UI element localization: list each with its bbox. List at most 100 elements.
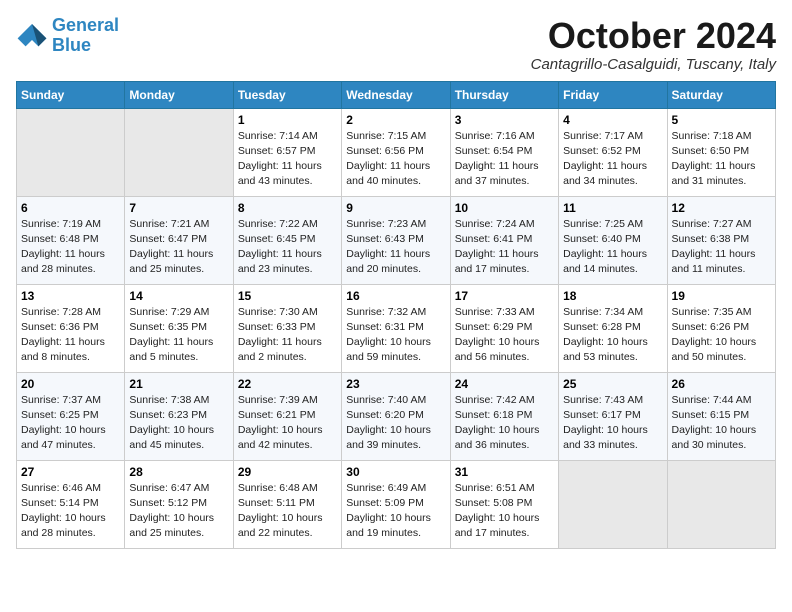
- day-cell-4-2: 29 Sunrise: 6:48 AM Sunset: 5:11 PM Dayli…: [233, 460, 341, 548]
- logo-icon: [16, 22, 48, 50]
- day-number: 15: [238, 289, 337, 303]
- day-number: 21: [129, 377, 228, 391]
- header-saturday: Saturday: [667, 81, 775, 108]
- day-number: 1: [238, 113, 337, 127]
- day-info: Sunrise: 7:16 AM Sunset: 6:54 PM Dayligh…: [455, 129, 554, 190]
- day-cell-2-2: 15 Sunrise: 7:30 AM Sunset: 6:33 PM Dayli…: [233, 284, 341, 372]
- day-cell-2-0: 13 Sunrise: 7:28 AM Sunset: 6:36 PM Dayli…: [17, 284, 125, 372]
- day-number: 17: [455, 289, 554, 303]
- day-number: 11: [563, 201, 662, 215]
- day-info: Sunrise: 6:49 AM Sunset: 5:09 PM Dayligh…: [346, 481, 445, 542]
- logo-text: General Blue: [52, 16, 119, 56]
- day-info: Sunrise: 7:23 AM Sunset: 6:43 PM Dayligh…: [346, 217, 445, 278]
- day-number: 30: [346, 465, 445, 479]
- title-block: October 2024 Cantagrillo-Casalguidi, Tus…: [531, 16, 776, 73]
- day-info: Sunrise: 7:44 AM Sunset: 6:15 PM Dayligh…: [672, 393, 771, 454]
- day-info: Sunrise: 7:15 AM Sunset: 6:56 PM Dayligh…: [346, 129, 445, 190]
- day-number: 2: [346, 113, 445, 127]
- day-number: 18: [563, 289, 662, 303]
- day-cell-0-3: 2 Sunrise: 7:15 AM Sunset: 6:56 PM Daylig…: [342, 108, 450, 196]
- header-wednesday: Wednesday: [342, 81, 450, 108]
- day-cell-2-4: 17 Sunrise: 7:33 AM Sunset: 6:29 PM Dayli…: [450, 284, 558, 372]
- day-number: 13: [21, 289, 120, 303]
- day-number: 3: [455, 113, 554, 127]
- header-thursday: Thursday: [450, 81, 558, 108]
- day-cell-3-1: 21 Sunrise: 7:38 AM Sunset: 6:23 PM Dayli…: [125, 372, 233, 460]
- day-cell-1-4: 10 Sunrise: 7:24 AM Sunset: 6:41 PM Dayli…: [450, 196, 558, 284]
- day-info: Sunrise: 7:22 AM Sunset: 6:45 PM Dayligh…: [238, 217, 337, 278]
- day-info: Sunrise: 7:27 AM Sunset: 6:38 PM Dayligh…: [672, 217, 771, 278]
- day-number: 4: [563, 113, 662, 127]
- day-cell-0-5: 4Sunrise: 7:17 AM Sunset: 6:52 PM Daylig…: [559, 108, 667, 196]
- day-cell-3-5: 25Sunrise: 7:43 AM Sunset: 6:17 PM Dayli…: [559, 372, 667, 460]
- logo: General Blue: [16, 16, 119, 56]
- day-number: 20: [21, 377, 120, 391]
- day-number: 24: [455, 377, 554, 391]
- day-info: Sunrise: 7:32 AM Sunset: 6:31 PM Dayligh…: [346, 305, 445, 366]
- day-cell-1-0: 6 Sunrise: 7:19 AM Sunset: 6:48 PM Daylig…: [17, 196, 125, 284]
- day-info: Sunrise: 6:47 AM Sunset: 5:12 PM Dayligh…: [129, 481, 228, 542]
- week-row-5: 27Sunrise: 6:46 AM Sunset: 5:14 PM Dayli…: [17, 460, 776, 548]
- week-row-4: 20Sunrise: 7:37 AM Sunset: 6:25 PM Dayli…: [17, 372, 776, 460]
- day-info: Sunrise: 6:48 AM Sunset: 5:11 PM Dayligh…: [238, 481, 337, 542]
- week-row-2: 6 Sunrise: 7:19 AM Sunset: 6:48 PM Daylig…: [17, 196, 776, 284]
- day-number: 27: [21, 465, 120, 479]
- day-info: Sunrise: 7:25 AM Sunset: 6:40 PM Dayligh…: [563, 217, 662, 278]
- day-cell-3-3: 23 Sunrise: 7:40 AM Sunset: 6:20 PM Dayli…: [342, 372, 450, 460]
- day-info: Sunrise: 7:30 AM Sunset: 6:33 PM Dayligh…: [238, 305, 337, 366]
- day-cell-1-2: 8 Sunrise: 7:22 AM Sunset: 6:45 PM Daylig…: [233, 196, 341, 284]
- day-info: Sunrise: 7:42 AM Sunset: 6:18 PM Dayligh…: [455, 393, 554, 454]
- header-friday: Friday: [559, 81, 667, 108]
- day-number: 7: [129, 201, 228, 215]
- day-cell-3-4: 24 Sunrise: 7:42 AM Sunset: 6:18 PM Dayli…: [450, 372, 558, 460]
- day-info: Sunrise: 7:40 AM Sunset: 6:20 PM Dayligh…: [346, 393, 445, 454]
- day-number: 28: [129, 465, 228, 479]
- day-cell-2-6: 19 Sunrise: 7:35 AM Sunset: 6:26 PM Dayli…: [667, 284, 775, 372]
- day-cell-2-3: 16 Sunrise: 7:32 AM Sunset: 6:31 PM Dayli…: [342, 284, 450, 372]
- day-cell-3-6: 26 Sunrise: 7:44 AM Sunset: 6:15 PM Dayli…: [667, 372, 775, 460]
- day-info: Sunrise: 7:14 AM Sunset: 6:57 PM Dayligh…: [238, 129, 337, 190]
- day-info: Sunrise: 7:21 AM Sunset: 6:47 PM Dayligh…: [129, 217, 228, 278]
- day-cell-1-5: 11 Sunrise: 7:25 AM Sunset: 6:40 PM Dayli…: [559, 196, 667, 284]
- day-cell-3-0: 20Sunrise: 7:37 AM Sunset: 6:25 PM Dayli…: [17, 372, 125, 460]
- day-cell-2-1: 14 Sunrise: 7:29 AM Sunset: 6:35 PM Dayli…: [125, 284, 233, 372]
- day-cell-1-3: 9Sunrise: 7:23 AM Sunset: 6:43 PM Daylig…: [342, 196, 450, 284]
- day-info: Sunrise: 7:38 AM Sunset: 6:23 PM Dayligh…: [129, 393, 228, 454]
- day-cell-4-5: [559, 460, 667, 548]
- day-number: 12: [672, 201, 771, 215]
- day-info: Sunrise: 7:35 AM Sunset: 6:26 PM Dayligh…: [672, 305, 771, 366]
- day-number: 14: [129, 289, 228, 303]
- day-cell-4-0: 27Sunrise: 6:46 AM Sunset: 5:14 PM Dayli…: [17, 460, 125, 548]
- day-info: Sunrise: 7:39 AM Sunset: 6:21 PM Dayligh…: [238, 393, 337, 454]
- day-info: Sunrise: 7:24 AM Sunset: 6:41 PM Dayligh…: [455, 217, 554, 278]
- day-cell-4-1: 28 Sunrise: 6:47 AM Sunset: 5:12 PM Dayli…: [125, 460, 233, 548]
- page-header: General Blue October 2024 Cantagrillo-Ca…: [16, 16, 776, 73]
- day-number: 10: [455, 201, 554, 215]
- day-info: Sunrise: 7:19 AM Sunset: 6:48 PM Dayligh…: [21, 217, 120, 278]
- day-info: Sunrise: 7:29 AM Sunset: 6:35 PM Dayligh…: [129, 305, 228, 366]
- day-cell-0-4: 3 Sunrise: 7:16 AM Sunset: 6:54 PM Daylig…: [450, 108, 558, 196]
- day-number: 16: [346, 289, 445, 303]
- day-number: 23: [346, 377, 445, 391]
- calendar-table: Sunday Monday Tuesday Wednesday Thursday…: [16, 81, 776, 549]
- day-number: 25: [563, 377, 662, 391]
- day-cell-0-1: [125, 108, 233, 196]
- day-cell-4-3: 30 Sunrise: 6:49 AM Sunset: 5:09 PM Dayli…: [342, 460, 450, 548]
- day-info: Sunrise: 6:51 AM Sunset: 5:08 PM Dayligh…: [455, 481, 554, 542]
- day-cell-1-6: 12 Sunrise: 7:27 AM Sunset: 6:38 PM Dayli…: [667, 196, 775, 284]
- day-number: 8: [238, 201, 337, 215]
- day-cell-4-4: 31 Sunrise: 6:51 AM Sunset: 5:08 PM Dayli…: [450, 460, 558, 548]
- day-number: 29: [238, 465, 337, 479]
- day-number: 26: [672, 377, 771, 391]
- day-cell-2-5: 18Sunrise: 7:34 AM Sunset: 6:28 PM Dayli…: [559, 284, 667, 372]
- day-number: 31: [455, 465, 554, 479]
- header-sunday: Sunday: [17, 81, 125, 108]
- day-number: 22: [238, 377, 337, 391]
- day-number: 19: [672, 289, 771, 303]
- day-info: Sunrise: 7:28 AM Sunset: 6:36 PM Dayligh…: [21, 305, 120, 366]
- day-info: Sunrise: 7:18 AM Sunset: 6:50 PM Dayligh…: [672, 129, 771, 190]
- header-row: Sunday Monday Tuesday Wednesday Thursday…: [17, 81, 776, 108]
- day-number: 6: [21, 201, 120, 215]
- header-tuesday: Tuesday: [233, 81, 341, 108]
- day-info: Sunrise: 7:33 AM Sunset: 6:29 PM Dayligh…: [455, 305, 554, 366]
